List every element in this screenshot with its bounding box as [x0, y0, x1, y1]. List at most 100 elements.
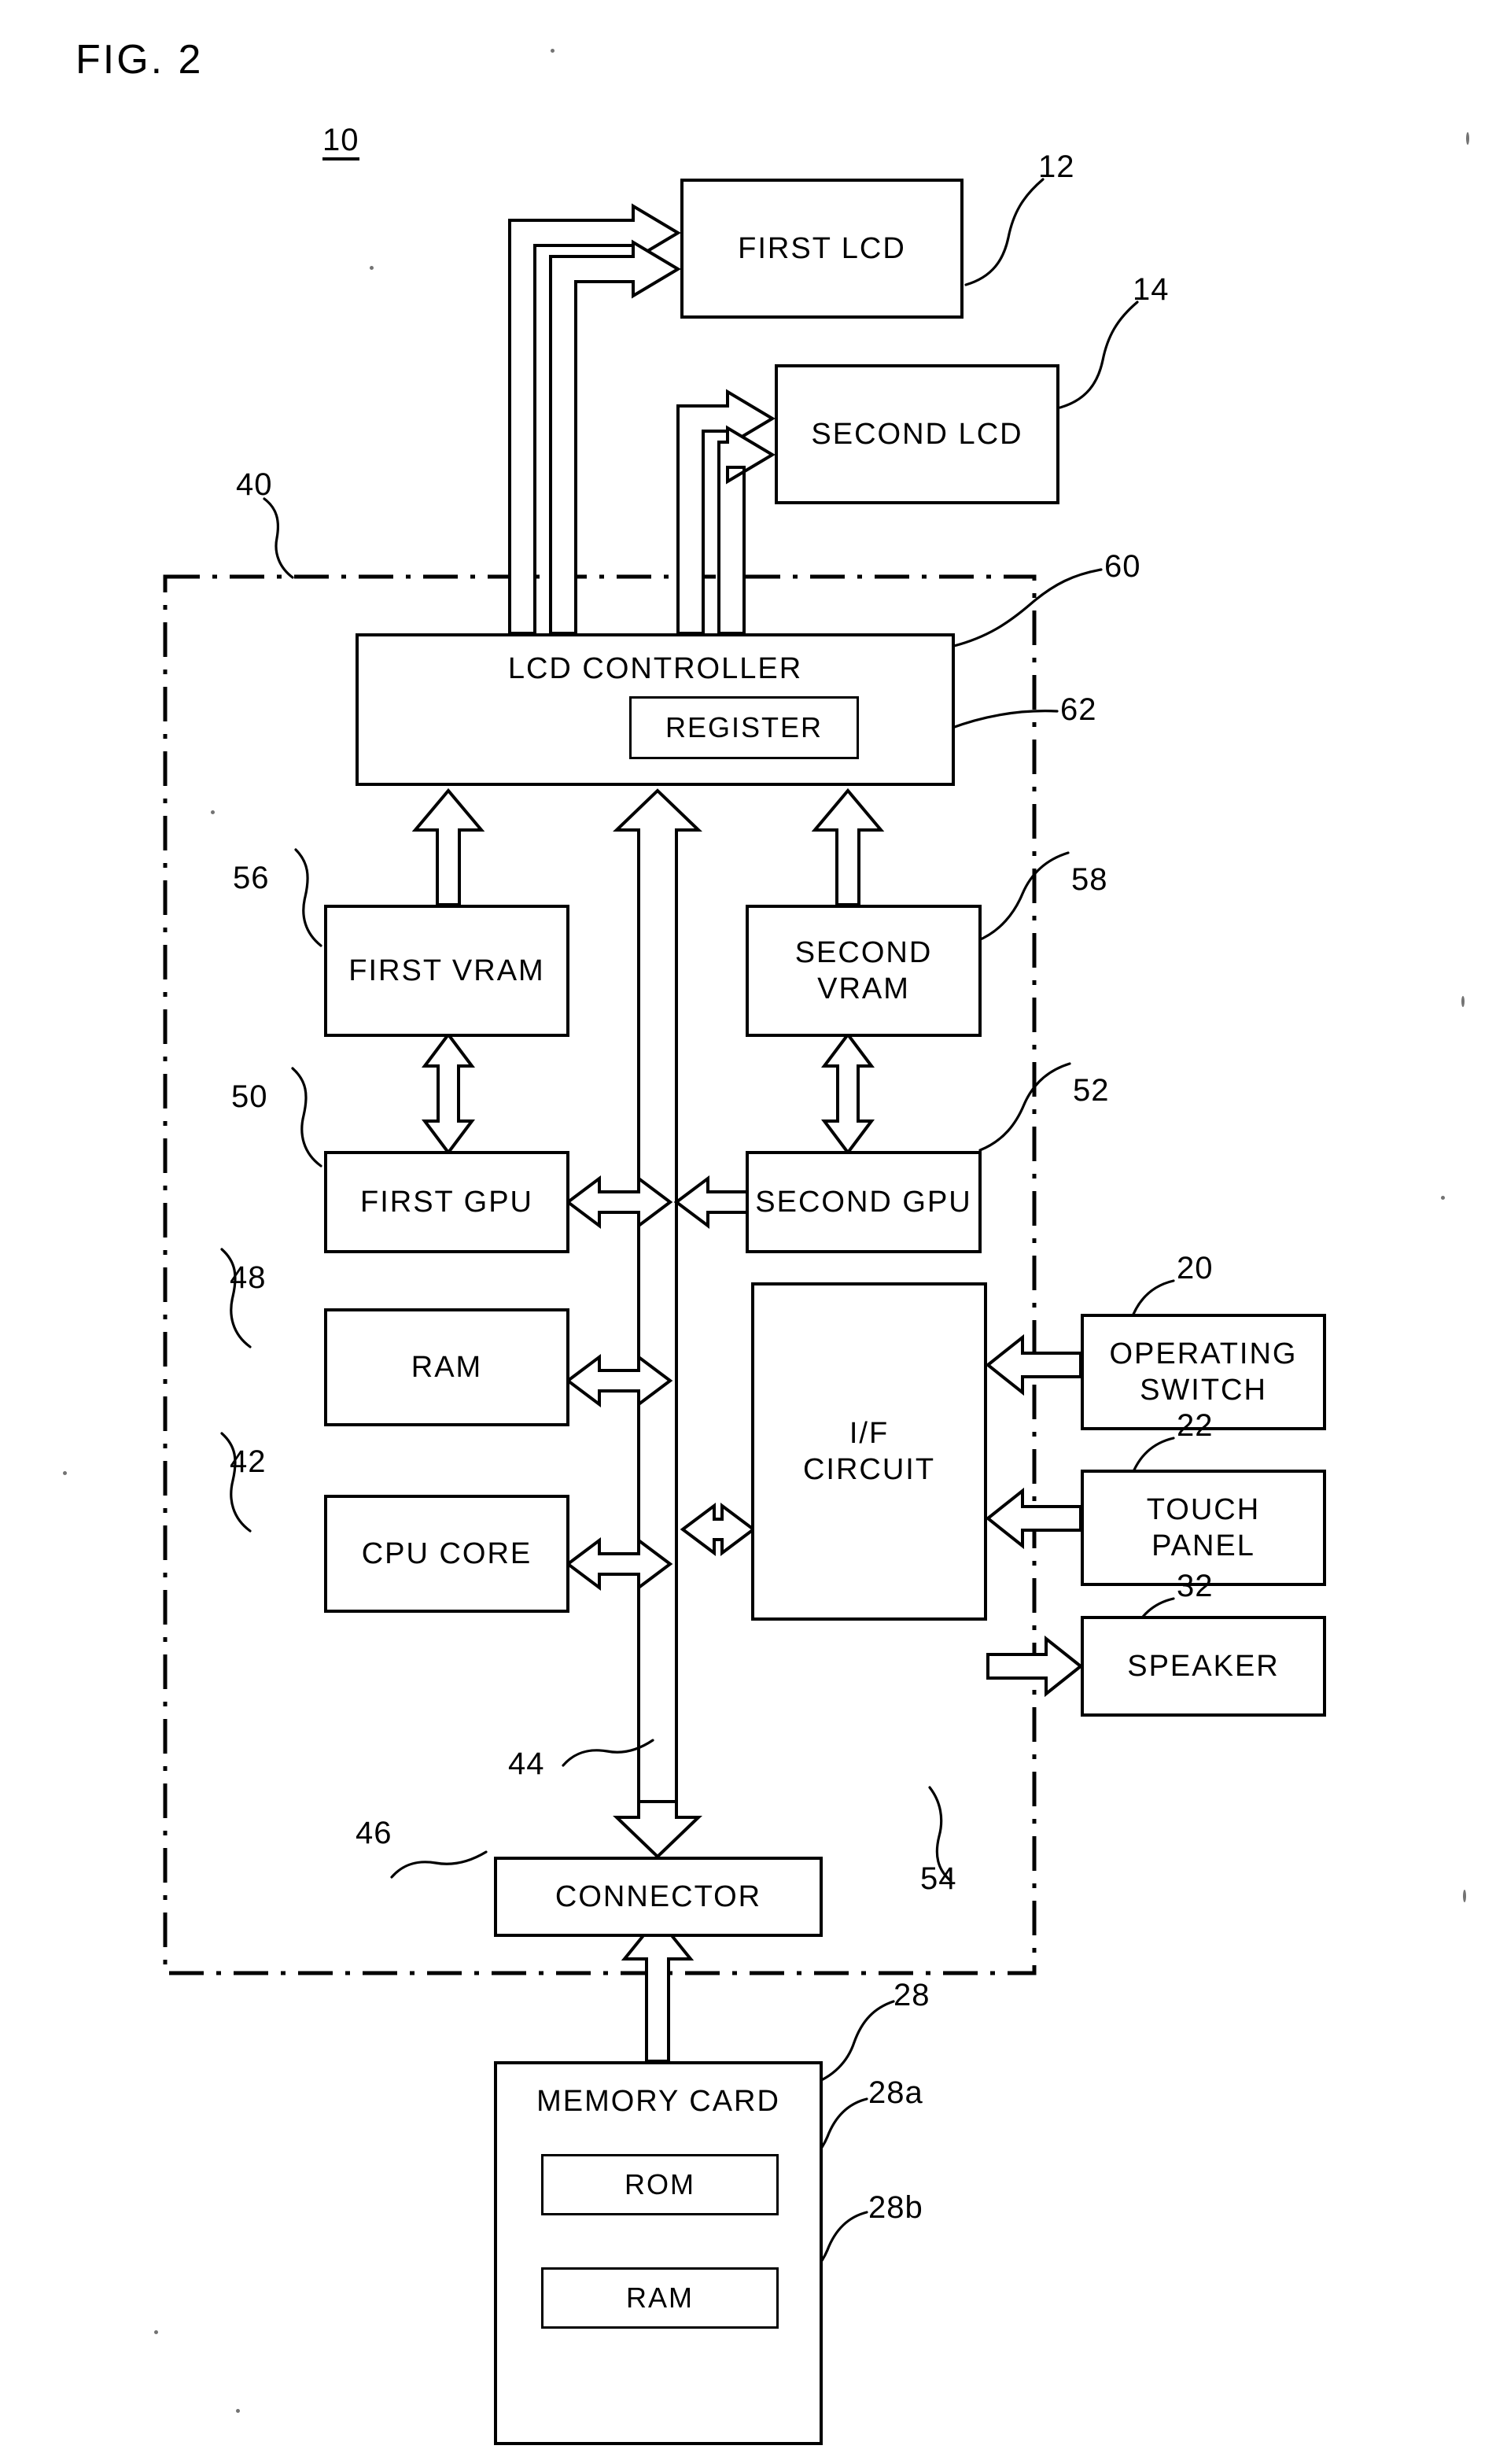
ref-number-44: 44 — [508, 1747, 545, 1781]
ref-number-22: 22 — [1177, 1408, 1214, 1443]
arrow-controller-to-first-lcd-b — [549, 239, 681, 635]
block-second-lcd-label: SECOND LCD — [811, 417, 1023, 451]
block-card-rom-label: ROM — [625, 2168, 695, 2201]
leader-14 — [1059, 301, 1139, 409]
leader-46 — [390, 1850, 488, 1879]
block-second-vram[interactable]: SECOND VRAM — [746, 905, 982, 1037]
block-second-vram-label-line1: SECOND — [794, 935, 933, 969]
block-first-vram-label: FIRST VRAM — [348, 954, 545, 987]
scan-speck — [370, 266, 374, 270]
leader-40 — [263, 497, 294, 579]
leader-44 — [562, 1739, 654, 1767]
figure-title: FIG. 2 — [76, 37, 204, 83]
arrow-cpu-core-bus — [565, 1537, 673, 1591]
arrow-first-gpu-bus — [565, 1175, 673, 1229]
ref-number-50: 50 — [231, 1079, 268, 1114]
block-diagram: FIG. 2 10 FIRST LCD SECOND LCD LCD CONTR… — [0, 0, 1507, 2464]
ref-number-52: 52 — [1073, 1073, 1110, 1108]
block-connector[interactable]: CONNECTOR — [494, 1857, 823, 1937]
block-card-ram[interactable]: RAM — [541, 2267, 779, 2329]
block-first-lcd-label: FIRST LCD — [738, 231, 906, 265]
arrow-operating-switch-to-if — [985, 1333, 1082, 1396]
block-touch-panel-label-line1: TOUCH — [1146, 1492, 1261, 1526]
ref-number-28b: 28b — [868, 2190, 923, 2225]
block-first-gpu[interactable]: FIRST GPU — [324, 1151, 569, 1253]
ref-number-12: 12 — [1038, 149, 1075, 184]
circuit-board-boundary — [163, 574, 1037, 1975]
block-memory-card-label: MEMORY CARD — [536, 2085, 780, 2118]
leader-12 — [964, 178, 1045, 286]
block-second-gpu-label: SECOND GPU — [755, 1185, 972, 1219]
ref-number-28: 28 — [894, 1978, 930, 2012]
block-card-rom[interactable]: ROM — [541, 2154, 779, 2215]
block-second-lcd[interactable]: SECOND LCD — [775, 364, 1059, 504]
block-card-ram-label: RAM — [626, 2281, 694, 2315]
arrow-controller-to-second-lcd-b — [717, 425, 776, 635]
scan-speck — [236, 2409, 240, 2413]
leader-60 — [952, 568, 1103, 647]
block-cpu-core[interactable]: CPU CORE — [324, 1495, 569, 1613]
block-operating-switch-label-line1: OPERATING — [1109, 1337, 1298, 1370]
ref-number-40: 40 — [236, 467, 273, 502]
system-reference-number: 10 — [322, 124, 359, 160]
arrow-memory-card-to-connector — [621, 1915, 695, 2063]
scan-speck — [63, 1471, 67, 1475]
arrow-if-to-speaker — [986, 1635, 1084, 1698]
block-touch-panel-label-line2: PANEL — [1151, 1529, 1255, 1562]
arrow-first-vram-first-gpu — [422, 1031, 475, 1156]
arrow-second-vram-second-gpu — [821, 1031, 875, 1156]
block-first-lcd[interactable]: FIRST LCD — [680, 179, 964, 319]
ref-number-14: 14 — [1133, 272, 1170, 307]
arrow-ram-bus — [565, 1354, 673, 1407]
block-first-vram[interactable]: FIRST VRAM — [324, 905, 569, 1037]
ref-number-56: 56 — [233, 861, 270, 895]
arrow-second-vram-to-controller — [811, 788, 885, 906]
arrow-touch-panel-to-if — [985, 1487, 1082, 1550]
scan-speck — [154, 2330, 158, 2334]
ref-number-46: 46 — [356, 1816, 392, 1850]
figure-page: FIG. 2 10 FIRST LCD SECOND LCD LCD CONTR… — [0, 0, 1507, 2464]
ref-number-42: 42 — [230, 1444, 267, 1479]
leader-50 — [291, 1067, 322, 1167]
block-second-vram-label-line2: VRAM — [817, 972, 910, 1005]
arrow-bus-if-circuit — [680, 1503, 757, 1556]
block-if-circuit-label-line1: I/F — [849, 1416, 890, 1450]
leader-56 — [294, 848, 322, 947]
block-if-circuit[interactable]: I/F CIRCUIT — [751, 1282, 987, 1621]
arrow-controller-to-second-lcd-a — [676, 389, 776, 635]
block-connector-label: CONNECTOR — [555, 1879, 762, 1913]
block-speaker[interactable]: SPEAKER — [1081, 1616, 1326, 1717]
block-first-gpu-label: FIRST GPU — [360, 1185, 533, 1219]
block-ram-label: RAM — [411, 1350, 483, 1384]
block-register[interactable]: REGISTER — [629, 696, 859, 759]
block-memory-card[interactable]: MEMORY CARD — [494, 2061, 823, 2445]
arrow-first-vram-to-controller — [411, 788, 485, 906]
leader-52 — [978, 1062, 1071, 1152]
scan-speck — [1441, 1196, 1445, 1200]
scan-speck — [1461, 996, 1465, 1007]
ref-number-48: 48 — [230, 1260, 267, 1295]
block-register-label: REGISTER — [665, 711, 824, 744]
ref-number-62: 62 — [1060, 692, 1097, 727]
block-second-gpu[interactable]: SECOND GPU — [746, 1151, 982, 1253]
ref-number-60: 60 — [1104, 549, 1141, 584]
ref-number-58: 58 — [1071, 862, 1108, 897]
block-cpu-core-label: CPU CORE — [361, 1536, 532, 1570]
block-operating-switch-label-line2: SWITCH — [1140, 1374, 1267, 1407]
scan-speck — [551, 49, 555, 53]
block-if-circuit-label-line2: CIRCUIT — [802, 1453, 936, 1486]
leader-58 — [975, 851, 1070, 942]
block-speaker-label: SPEAKER — [1127, 1649, 1280, 1683]
ref-number-28a: 28a — [868, 2075, 923, 2110]
block-lcd-controller-label: LCD CONTROLLER — [507, 652, 803, 685]
scan-speck — [1466, 132, 1469, 145]
scan-speck — [211, 810, 215, 814]
ref-number-20: 20 — [1177, 1251, 1214, 1285]
arrow-controller-to-first-lcd-a — [508, 203, 681, 635]
bus-main-line — [613, 788, 702, 1803]
scan-speck — [1463, 1890, 1466, 1902]
arrow-bus-to-connector — [613, 1800, 702, 1859]
ref-number-32: 32 — [1177, 1569, 1214, 1603]
block-ram[interactable]: RAM — [324, 1308, 569, 1426]
ref-number-54: 54 — [920, 1861, 957, 1896]
